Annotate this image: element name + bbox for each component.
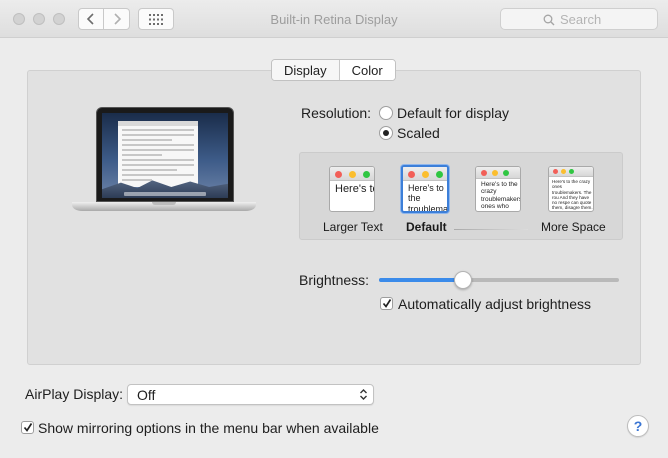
magnifier-icon	[543, 14, 555, 26]
forward-button[interactable]	[104, 8, 130, 30]
scale-divider	[454, 229, 528, 230]
resolution-label: Resolution:	[301, 105, 372, 121]
tab-display[interactable]: Display	[272, 60, 340, 80]
airplay-display-label: AirPlay Display:	[25, 386, 124, 402]
search-field[interactable]: Search	[500, 8, 658, 30]
zoom-window-button[interactable]	[53, 13, 65, 25]
larger-text-caption: Larger Text	[323, 220, 383, 234]
scale-preview-text: Here's to the troublemakers. ones who se…	[408, 183, 449, 213]
show-mirroring-label[interactable]: Show mirroring options in the menu bar w…	[38, 420, 379, 436]
default-for-display-radio[interactable]	[379, 106, 393, 120]
screen-document	[118, 121, 198, 187]
chevron-left-icon	[86, 13, 94, 25]
brightness-label: Brightness:	[299, 272, 370, 288]
airplay-selected-value: Off	[137, 387, 156, 403]
scale-preview-text: Here's to the troublemak	[335, 183, 374, 195]
chevron-right-icon	[113, 13, 121, 25]
window-title: Built-in Retina Display	[270, 12, 398, 27]
auto-brightness-label[interactable]: Automatically adjust brightness	[398, 296, 591, 312]
minimize-window-button[interactable]	[33, 13, 45, 25]
search-placeholder: Search	[560, 11, 602, 27]
scaled-radio[interactable]	[379, 126, 393, 140]
scaled-label[interactable]: Scaled	[397, 125, 440, 141]
scale-option-larger-text[interactable]: Here's to the troublemak	[329, 166, 375, 212]
scale-preview-text: Here's to the crazy troublemakers. ones …	[481, 181, 521, 211]
default-caption: Default	[406, 220, 447, 234]
grid-icon	[149, 13, 163, 25]
chevron-up-down-icon	[360, 389, 367, 400]
auto-brightness-checkbox[interactable]	[380, 297, 393, 310]
brightness-slider[interactable]	[379, 278, 619, 282]
title-bar: Built-in Retina Display Search	[0, 0, 668, 38]
laptop-screen	[102, 113, 228, 198]
tab-bar: Display Color	[271, 59, 396, 81]
tab-color[interactable]: Color	[339, 60, 395, 80]
default-for-display-label[interactable]: Default for display	[397, 105, 509, 121]
checkmark-icon	[23, 423, 33, 432]
back-button[interactable]	[78, 8, 104, 30]
brightness-slider-knob[interactable]	[454, 271, 472, 289]
airplay-display-select[interactable]: Off	[127, 384, 374, 405]
dock	[124, 192, 206, 196]
show-all-button[interactable]	[138, 8, 174, 30]
laptop-illustration	[72, 107, 256, 219]
scale-preview-text: Here's to the crazy ones troublemakers. …	[552, 179, 593, 211]
show-mirroring-checkbox[interactable]	[21, 421, 34, 434]
more-space-caption: More Space	[541, 220, 606, 234]
scale-option-more-space[interactable]: Here's to the crazy ones troublemakers. …	[548, 166, 594, 212]
checkmark-icon	[382, 299, 392, 308]
close-window-button[interactable]	[13, 13, 25, 25]
scale-option-default[interactable]: Here's to the troublemakers. ones who se…	[401, 165, 449, 213]
brightness-fill	[379, 278, 463, 282]
scale-option-3[interactable]: Here's to the crazy troublemakers. ones …	[475, 166, 521, 212]
help-button[interactable]: ?	[627, 415, 649, 437]
laptop-lid	[96, 107, 234, 202]
